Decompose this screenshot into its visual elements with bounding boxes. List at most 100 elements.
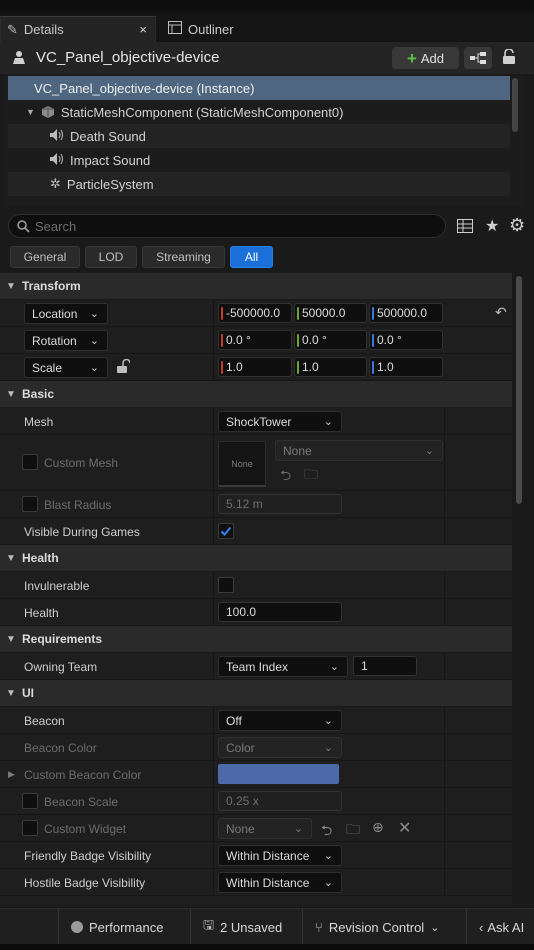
performance-button[interactable]: Performance [58,909,180,945]
rotation-y-field[interactable]: 0.0 ° [294,330,367,350]
beacon-color-dropdown[interactable]: Color ⌄ [218,737,342,758]
property-beacon-color: Beacon Color Color ⌄ [0,734,512,761]
unlock-icon[interactable] [117,358,131,377]
location-label: Location [32,306,78,321]
location-mode-dropdown[interactable]: Location ⌄ [24,303,108,324]
custom-widget-override-checkbox[interactable] [22,820,38,836]
add-component-button[interactable]: + Add [392,47,459,69]
add-icon[interactable]: ⊕ [372,819,384,836]
chevron-down-icon: ⌄ [323,877,333,889]
scale-label: Scale [32,360,63,375]
speaker-icon [50,152,64,168]
blast-radius-field[interactable]: 5.12 m [218,494,342,514]
divider [444,518,445,544]
hierarchy-icon [470,52,486,64]
owning-team-dropdown[interactable]: Team Index ⌄ [218,656,348,677]
custom-beacon-color-swatch[interactable] [218,764,339,784]
branch-icon: ⑂ [315,919,323,935]
reset-arrow-icon[interactable]: ↶ [495,304,507,321]
rotation-mode-dropdown[interactable]: Rotation ⌄ [24,330,108,351]
health-field[interactable]: 100.0 [218,602,342,622]
tab-details[interactable]: ✎ Details × [0,16,156,42]
use-selected-icon[interactable]: ⮌ [321,820,332,844]
divider [213,572,214,598]
collapse-arrow-icon: ▼ [6,687,16,699]
custom-mesh-dropdown[interactable]: None ⌄ [275,440,443,461]
scale-x-field[interactable]: 1.0 [218,357,292,377]
scale-mode-dropdown[interactable]: Scale ⌄ [24,357,108,378]
beacon-scale-field[interactable]: 0.25 x [218,791,342,811]
particle-icon: ✲ [50,176,61,191]
mesh-thumbnail[interactable]: None [218,441,266,487]
details-scrollbar[interactable] [516,276,522,504]
blast-radius-override-checkbox[interactable] [22,496,38,512]
rotation-z-field[interactable]: 0.0 ° [369,330,443,350]
category-ui[interactable]: ▼ UI [0,680,512,706]
rotation-x-field[interactable]: 0.0 ° [218,330,292,350]
location-z-field[interactable]: 500000.0 [369,303,443,323]
browse-folder-icon[interactable]: 🗀 [346,819,360,843]
tree-item-impact-sound[interactable]: Impact Sound [8,148,510,172]
save-icon: 🖫 [203,917,215,932]
category-requirements[interactable]: ▼ Requirements [0,626,512,652]
divider [444,435,445,490]
divider [213,653,214,679]
visible-during-games-label: Visible During Games [24,525,140,539]
search-box[interactable]: Search [8,214,446,238]
speaker-icon [50,128,64,144]
location-y-field[interactable]: 50000.0 [294,303,367,323]
star-icon[interactable]: ★ [485,216,499,236]
hostile-badge-dropdown[interactable]: Within Distance ⌄ [218,872,342,893]
browse-folder-icon[interactable]: 🗀 [304,464,318,488]
collapse-arrow-icon: ▼ [6,280,16,292]
chevron-down-icon: ⌄ [329,661,339,673]
beacon-dropdown[interactable]: Off ⌄ [218,710,342,731]
use-selected-icon[interactable]: ⮌ [280,465,291,489]
divider [444,788,445,814]
close-icon[interactable]: × [139,22,147,37]
table-view-icon[interactable] [457,219,473,236]
tab-outliner[interactable]: Outliner [162,16,282,42]
filter-streaming[interactable]: Streaming [142,246,225,268]
scale-y-field[interactable]: 1.0 [294,357,367,377]
friendly-badge-dropdown[interactable]: Within Distance ⌄ [218,845,342,866]
lock-icon[interactable] [502,48,518,67]
beacon-color-value: Color [226,740,255,755]
tree-item-death-sound[interactable]: Death Sound [8,124,510,148]
search-input[interactable]: Search [35,219,76,234]
beacon-color-label: Beacon Color [24,741,97,755]
tree-item-particle-system[interactable]: ✲ ParticleSystem [8,172,510,196]
invulnerable-checkbox[interactable] [218,577,234,593]
category-health[interactable]: ▼ Health [0,545,512,571]
collapse-arrow-icon[interactable]: ▼ [26,107,35,117]
tree-item-staticmesh[interactable]: ▼ StaticMeshComponent (StaticMeshCompone… [8,100,510,124]
scale-z-field[interactable]: 1.0 [369,357,443,377]
tree-scrollbar[interactable] [512,78,518,132]
divider [213,761,214,787]
category-basic[interactable]: ▼ Basic [0,381,512,407]
divider [213,842,214,868]
expand-arrow-icon[interactable]: ▶ [8,769,15,780]
gear-icon[interactable]: ⚙ [509,215,525,236]
clear-icon[interactable]: ✕ [398,818,411,838]
custom-mesh-override-checkbox[interactable] [22,454,38,470]
tab-outliner-label: Outliner [188,21,234,37]
revision-control-button[interactable]: ⑂ Revision Control ⌄ [302,909,454,945]
filter-general[interactable]: General [10,246,80,268]
mesh-icon [41,106,54,118]
filter-all[interactable]: All [230,246,273,268]
location-x-field[interactable]: -500000.0 [218,303,292,323]
mesh-dropdown[interactable]: ShockTower ⌄ [218,411,342,432]
ask-ai-button[interactable]: ‹ Ask AI [466,909,534,945]
category-transform[interactable]: ▼ Transform [0,273,512,299]
tree-item-instance[interactable]: VC_Panel_objective-device (Instance) [8,76,510,100]
divider [444,869,445,895]
visible-during-games-checkbox[interactable] [218,523,234,539]
unsaved-button[interactable]: 🖫 2 Unsaved [190,909,300,945]
beacon-scale-override-checkbox[interactable] [22,793,38,809]
custom-widget-dropdown[interactable]: None ⌄ [218,818,312,839]
tree-item-partial [8,196,510,206]
hierarchy-button[interactable] [464,47,492,69]
team-index-field[interactable]: 1 [353,656,417,676]
filter-lod[interactable]: LOD [85,246,137,268]
